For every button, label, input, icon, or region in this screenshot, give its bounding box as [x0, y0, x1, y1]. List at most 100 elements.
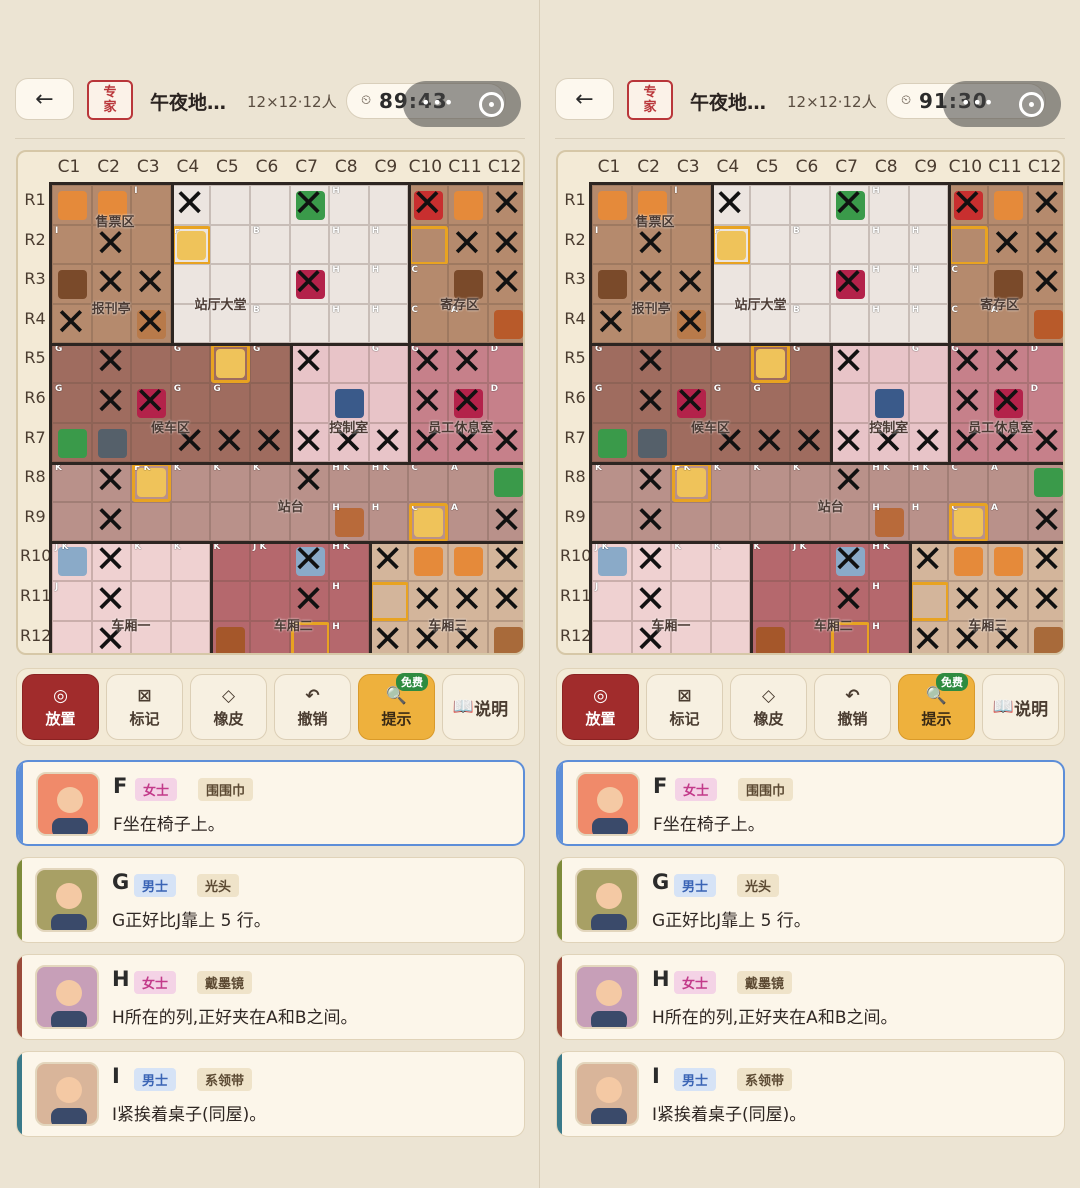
grid-cell[interactable] [790, 185, 830, 225]
grid-cell[interactable]: G [790, 343, 830, 383]
grid-cell[interactable] [790, 383, 830, 423]
grid-cell[interactable]: ✕ [1027, 539, 1063, 581]
grid-cell[interactable]: ✕ [408, 183, 448, 225]
miniapp-capsule[interactable]: ••• [943, 81, 1061, 127]
grid-cell[interactable]: C [408, 462, 448, 502]
grid-cell[interactable] [210, 581, 250, 621]
grid-cell[interactable]: H [869, 224, 909, 265]
grid-cell[interactable]: ✕ [91, 223, 132, 265]
grid-cell[interactable]: G ✕ [948, 341, 988, 383]
grid-cell[interactable]: I [131, 185, 171, 225]
grid-cell[interactable] [131, 343, 171, 383]
grid-cell[interactable]: ✕ [289, 262, 330, 304]
grid-cell[interactable] [829, 224, 870, 265]
grid-cell[interactable]: ✕ [487, 539, 523, 581]
grid-cell[interactable] [250, 383, 290, 423]
grid-cell[interactable]: ✕ [210, 421, 250, 463]
grid-cell[interactable] [52, 185, 92, 225]
grid-cell[interactable]: H [869, 620, 909, 653]
miniapp-capsule[interactable]: ••• [403, 81, 521, 127]
grid-cell[interactable]: H [368, 264, 409, 304]
grid-cell[interactable]: ✕ [487, 500, 523, 542]
grid-cell[interactable] [131, 501, 171, 542]
grid-cell[interactable] [592, 620, 632, 653]
clue-card[interactable]: I 男士 系领带 I紧挨着桌子(同屋)。 [556, 1051, 1065, 1137]
grid-cell[interactable]: ✕ [487, 579, 523, 621]
grid-cell[interactable]: H [329, 185, 369, 225]
grid-cell[interactable] [408, 541, 448, 581]
grid-cell[interactable] [170, 581, 211, 621]
grid-cell[interactable]: ✕ [91, 500, 132, 542]
grid-cell[interactable]: ✕ [1027, 579, 1063, 621]
grid-cell[interactable]: G [368, 343, 409, 383]
hint-button[interactable]: 免费 🔍 提示 [898, 673, 975, 740]
grid-cell[interactable]: A [988, 501, 1028, 542]
grid-cell[interactable]: A [448, 462, 488, 502]
grid-cell[interactable] [210, 224, 250, 265]
grid-cell[interactable] [170, 620, 211, 653]
grid-cell[interactable]: ✕ [671, 302, 711, 344]
grid-cell[interactable]: ✕ [1027, 183, 1063, 225]
grid-cell[interactable]: G [52, 383, 92, 423]
grid-cell[interactable]: K [710, 541, 751, 581]
grid-cell[interactable]: ✕ [368, 421, 409, 463]
grid-cell[interactable]: H [908, 224, 949, 265]
grid-cell[interactable]: ✕ [790, 421, 830, 463]
grid-cell[interactable] [790, 264, 830, 304]
back-button[interactable]: ← [15, 78, 74, 120]
grid-cell[interactable] [329, 343, 369, 383]
grid-cell[interactable]: G [710, 343, 751, 383]
grid-cell[interactable]: H [869, 264, 909, 304]
grid-cell[interactable]: ✕ [91, 341, 132, 383]
back-button[interactable]: ← [555, 78, 614, 120]
grid-cell[interactable] [592, 501, 632, 542]
grid-cell[interactable]: ✕ [1027, 262, 1063, 304]
grid-cell[interactable] [631, 422, 672, 463]
grid-cell[interactable] [750, 343, 791, 384]
grid-cell[interactable]: ✕ [487, 421, 523, 463]
grid-cell[interactable]: H [329, 303, 369, 344]
grid-cell[interactable]: A [988, 462, 1028, 502]
grid-cell[interactable] [91, 422, 132, 463]
grid-cell[interactable]: K [750, 541, 790, 581]
grid-cell[interactable] [710, 501, 751, 542]
grid-cell[interactable]: K [52, 462, 92, 502]
grid-cell[interactable] [750, 581, 790, 621]
grid-cell[interactable]: ✕ [289, 421, 330, 463]
mark-button[interactable]: ⊠ 标记 [646, 674, 723, 740]
grid-cell[interactable]: F [170, 224, 211, 265]
grid-cell[interactable] [368, 383, 409, 423]
grid-cell[interactable] [210, 620, 250, 653]
clue-card[interactable]: H 女士 戴墨镜 H所在的列,正好夹在A和B之间。 [556, 954, 1065, 1040]
grid-cell[interactable]: ✕ [829, 341, 870, 383]
grid-cell[interactable]: H K [329, 541, 369, 581]
grid-cell[interactable]: ✕ [988, 341, 1028, 383]
grid-cell[interactable] [869, 343, 909, 383]
grid-cell[interactable] [52, 501, 92, 542]
grid-cell[interactable] [1027, 620, 1063, 653]
grid-cell[interactable] [592, 185, 632, 225]
grid-cell[interactable]: H [908, 501, 949, 542]
grid-cell[interactable] [210, 501, 250, 542]
grid-cell[interactable]: H [329, 501, 369, 542]
grid-cell[interactable]: ✕ [631, 381, 672, 423]
grid-cell[interactable]: ✕ [710, 183, 751, 225]
grid-cell[interactable]: ✕ [750, 421, 790, 463]
grid-cell[interactable] [448, 185, 488, 225]
clue-card[interactable]: G 男士 光头 G正好比J靠上 5 行。 [16, 857, 525, 943]
grid-cell[interactable]: ✕ [448, 223, 488, 265]
help-button[interactable]: 📖 说明 [982, 674, 1059, 740]
grid-cell[interactable]: G [592, 383, 632, 423]
grid-cell[interactable]: K [170, 541, 211, 581]
grid-cell[interactable]: H K [368, 462, 409, 502]
grid-cell[interactable]: B [250, 303, 290, 344]
grid-cell[interactable] [710, 620, 751, 653]
grid-cell[interactable]: H K [869, 541, 909, 581]
grid-cell[interactable] [52, 620, 92, 653]
grid-cell[interactable]: ✕ [631, 341, 672, 383]
grid-cell[interactable]: ✕ [829, 183, 870, 225]
more-icon[interactable]: ••• [961, 93, 995, 112]
grid-cell[interactable]: B [250, 224, 290, 265]
grid-cell[interactable]: C [948, 462, 988, 502]
grid-cell[interactable]: H [368, 303, 409, 344]
